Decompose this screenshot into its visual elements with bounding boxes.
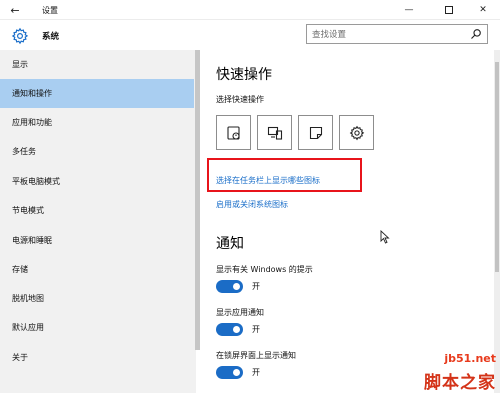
quick-action-tile-settings[interactable] bbox=[339, 115, 374, 150]
window-title: 设置 bbox=[42, 6, 58, 15]
sidebar-item-apps-features[interactable]: 应用和功能 bbox=[0, 108, 194, 137]
sidebar-item-label: 节电模式 bbox=[12, 206, 44, 215]
toggle-state-label: 开 bbox=[252, 325, 260, 334]
quick-action-tile-connect[interactable] bbox=[257, 115, 292, 150]
close-icon: ✕ bbox=[479, 5, 487, 15]
gear-icon bbox=[11, 27, 29, 45]
sidebar-item-offline-maps[interactable]: 脱机地图 bbox=[0, 284, 194, 313]
mouse-cursor-icon bbox=[380, 230, 390, 244]
search-input[interactable] bbox=[312, 28, 462, 41]
sidebar-item-default-apps[interactable]: 默认应用 bbox=[0, 313, 194, 342]
minimize-icon: — bbox=[404, 5, 414, 15]
sidebar-item-label: 应用和功能 bbox=[12, 118, 52, 127]
windows-tips-toggle[interactable] bbox=[216, 280, 243, 293]
notifications-heading: 通知 bbox=[216, 236, 244, 252]
sidebar-item-label: 平板电脑模式 bbox=[12, 177, 60, 186]
watermark-url: jb51.net bbox=[444, 352, 496, 365]
settings-icon bbox=[349, 125, 364, 140]
windows-tips-toggle-row: 开 bbox=[216, 280, 260, 293]
sidebar-item-label: 关于 bbox=[12, 353, 28, 362]
settings-header: 系统 bbox=[0, 20, 500, 50]
sidebar-item-battery-saver[interactable]: 节电模式 bbox=[0, 196, 194, 225]
sidebar-item-about[interactable]: 关于 bbox=[0, 343, 194, 372]
page-title: 系统 bbox=[42, 32, 60, 42]
lock-screen-notifications-toggle-row: 开 bbox=[216, 366, 260, 379]
sidebar-item-label: 存储 bbox=[12, 265, 28, 274]
search-box[interactable] bbox=[306, 24, 488, 44]
minimize-button[interactable]: — bbox=[396, 0, 422, 20]
connect-display-icon bbox=[267, 126, 282, 140]
sidebar-item-tablet-mode[interactable]: 平板电脑模式 bbox=[0, 167, 194, 196]
sidebar-item-label: 脱机地图 bbox=[12, 294, 44, 303]
windows-tips-label: 显示有关 Windows 的提示 bbox=[216, 265, 313, 274]
maximize-button[interactable] bbox=[436, 0, 462, 20]
sidebar-item-label: 显示 bbox=[12, 60, 28, 69]
search-icon[interactable] bbox=[470, 28, 482, 40]
sidebar-item-power-sleep[interactable]: 电源和睡眠 bbox=[0, 226, 194, 255]
tablet-mode-icon bbox=[226, 125, 240, 140]
watermark: jb51.net 脚本之家 bbox=[418, 352, 500, 393]
toggle-state-label: 开 bbox=[252, 368, 260, 377]
system-icons-link[interactable]: 启用或关闭系统图标 bbox=[216, 199, 288, 210]
back-arrow-icon: ← bbox=[10, 3, 20, 17]
toggle-state-label: 开 bbox=[252, 282, 260, 291]
title-bar: ← 设置 — ✕ bbox=[0, 0, 500, 20]
sidebar-item-notifications-actions[interactable]: 通知和操作 bbox=[0, 79, 194, 108]
sidebar-item-label: 默认应用 bbox=[12, 323, 44, 332]
main-content: 快速操作 选择快速操作 选择在任务栏上显示哪些图标 启用或关闭系统图标 通知 显… bbox=[200, 50, 494, 393]
app-notifications-toggle-row: 开 bbox=[216, 323, 260, 336]
back-button[interactable]: ← bbox=[6, 2, 24, 18]
app-notifications-toggle[interactable] bbox=[216, 323, 243, 336]
content-scrollbar-thumb[interactable] bbox=[495, 62, 499, 272]
sidebar-item-display[interactable]: 显示 bbox=[0, 50, 194, 79]
quick-action-tile-tablet-mode[interactable] bbox=[216, 115, 251, 150]
sidebar-item-label: 多任务 bbox=[12, 147, 36, 156]
quick-action-tile-note[interactable] bbox=[298, 115, 333, 150]
sidebar-item-label: 通知和操作 bbox=[12, 89, 52, 98]
maximize-icon bbox=[445, 6, 453, 14]
sidebar-item-label: 电源和睡眠 bbox=[12, 236, 52, 245]
sidebar-item-storage[interactable]: 存储 bbox=[0, 255, 194, 284]
watermark-name: 脚本之家 bbox=[424, 373, 496, 393]
sidebar: 显示 通知和操作 应用和功能 多任务 平板电脑模式 节电模式 电源和睡眠 存储 … bbox=[0, 50, 196, 393]
app-notifications-label: 显示应用通知 bbox=[216, 308, 264, 317]
lock-screen-notifications-toggle[interactable] bbox=[216, 366, 243, 379]
lock-screen-notifications-label: 在锁屏界面上显示通知 bbox=[216, 351, 296, 360]
sidebar-item-multitasking[interactable]: 多任务 bbox=[0, 137, 194, 166]
note-icon bbox=[309, 126, 322, 139]
quick-actions-heading: 快速操作 bbox=[216, 67, 272, 83]
quick-actions-subtitle: 选择快速操作 bbox=[216, 95, 264, 104]
taskbar-icons-link[interactable]: 选择在任务栏上显示哪些图标 bbox=[216, 175, 320, 186]
close-button[interactable]: ✕ bbox=[470, 0, 496, 20]
quick-action-tiles bbox=[216, 115, 374, 150]
